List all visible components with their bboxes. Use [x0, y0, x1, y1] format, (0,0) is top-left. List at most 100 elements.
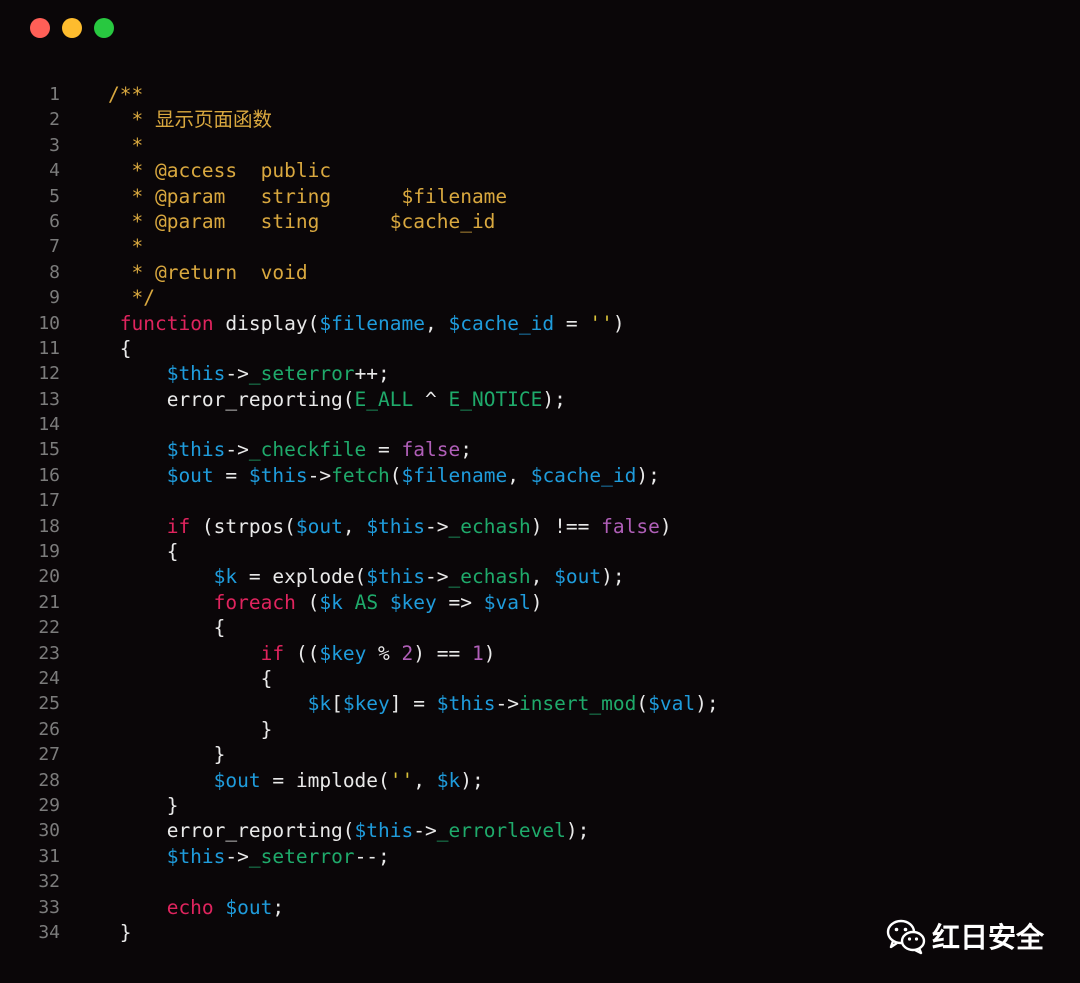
code-line: 6 * @param sting $cache_id	[0, 209, 1080, 234]
code-line: 23 if (($key % 2) == 1)	[0, 641, 1080, 666]
code-text: error_reporting(E_ALL ^ E_NOTICE);	[108, 387, 566, 412]
code-token: $k	[213, 565, 238, 589]
code-token: ,	[425, 311, 449, 335]
code-line: 10 function display($filename, $cache_id…	[0, 311, 1080, 336]
line-number: 22	[38, 617, 60, 639]
code-token: function	[119, 311, 214, 335]
code-token: $out	[166, 463, 214, 487]
code-token: $key	[319, 641, 367, 665]
code-token: (strpos(	[190, 514, 296, 538]
code-token: _echash	[448, 565, 531, 589]
code-token: );	[565, 819, 590, 843]
minimize-button[interactable]	[62, 18, 82, 38]
code-token: = implode(	[260, 768, 390, 792]
code-token: --;	[354, 844, 390, 868]
code-line: 29 }	[0, 793, 1080, 818]
code-line: 27 }	[0, 742, 1080, 767]
line-number: 24	[38, 667, 60, 689]
code-editor: 1/** 2 * 显示页面函数 3 * 4 * @access public 5 * @…	[0, 82, 1080, 945]
code-line: 2 * 显示页面函数	[0, 107, 1080, 132]
code-token: %	[366, 641, 402, 665]
code-token: error_reporting(	[108, 387, 355, 411]
code-token: $k	[307, 692, 332, 716]
code-text: foreach ($k AS $key => $val)	[108, 590, 543, 615]
code-line: 18 if (strpos($out, $this->_echash) !== …	[0, 514, 1080, 539]
code-line: 31 $this->_seterror--;	[0, 844, 1080, 869]
code-token: ((	[284, 641, 320, 665]
code-text: {	[108, 615, 226, 640]
code-token: E_NOTICE	[448, 387, 543, 411]
code-token: {	[108, 336, 132, 360]
line-number: 28	[38, 769, 60, 791]
code-text: * @access public	[108, 158, 331, 183]
code-token: 2	[401, 641, 414, 665]
line-number: 2	[49, 109, 60, 131]
code-line: 30 error_reporting($this->_errorlevel);	[0, 818, 1080, 843]
code-token: $this	[366, 565, 425, 589]
code-token: ;	[460, 438, 472, 462]
code-token: ++;	[354, 362, 390, 386]
code-token: false	[401, 438, 461, 462]
code-token: ->	[225, 438, 249, 462]
code-token: *	[108, 133, 144, 157]
code-token: * @return void	[108, 260, 308, 284]
code-text: if (strpos($out, $this->_echash) !== fal…	[108, 514, 672, 539]
watermark-text: 红日安全	[931, 921, 1044, 954]
code-token: *	[108, 235, 144, 259]
code-token: $this	[166, 362, 226, 386]
code-text: $k[$key] = $this->insert_mod($val);	[108, 691, 719, 716]
code-token: )	[659, 514, 672, 538]
code-token: }	[108, 920, 132, 944]
code-token: $filename	[401, 463, 508, 487]
line-number: 19	[38, 541, 60, 563]
code-token: _errorlevel	[436, 819, 566, 843]
code-text: $out = $this->fetch($filename, $cache_id…	[108, 463, 660, 488]
code-token: $this	[248, 463, 308, 487]
zoom-button[interactable]	[94, 18, 114, 38]
close-button[interactable]	[30, 18, 50, 38]
line-number: 1	[49, 84, 60, 105]
code-token: echo	[166, 895, 214, 919]
line-number: 3	[49, 134, 60, 156]
code-text: * @param sting $cache_id	[108, 209, 495, 234]
code-line: 17	[0, 488, 1080, 513]
wechat-icon	[886, 919, 926, 955]
code-token: $cache_id	[448, 311, 555, 335]
code-token: $out	[295, 514, 343, 538]
code-line: 14	[0, 412, 1080, 437]
code-token: $cache_id	[530, 463, 637, 487]
code-text: $this->_seterror++;	[108, 361, 390, 386]
code-token: $key	[342, 692, 390, 716]
code-line: 21 foreach ($k AS $key => $val)	[0, 590, 1080, 615]
line-number: 14	[38, 414, 60, 436]
line-number: 4	[49, 160, 60, 182]
code-token: );	[542, 387, 566, 411]
code-line: 7 *	[0, 234, 1080, 259]
code-token: display(	[213, 311, 320, 335]
code-line: 3 *	[0, 133, 1080, 158]
code-line: 25 $k[$key] = $this->insert_mod($val);	[0, 691, 1080, 716]
code-token: $this	[166, 438, 226, 462]
code-token: =>	[436, 590, 484, 614]
code-token: $filename	[319, 311, 426, 335]
code-line: 16 $out = $this->fetch($filename, $cache…	[0, 463, 1080, 488]
code-line: 28 $out = implode('', $k);	[0, 768, 1080, 793]
code-token: {	[108, 540, 179, 564]
line-number: 16	[38, 464, 60, 486]
code-token: $this	[366, 514, 426, 538]
watermark: 红日安全	[884, 914, 1044, 958]
code-token: _checkfile	[248, 438, 367, 462]
code-token: ->	[307, 463, 332, 487]
code-text: *	[108, 234, 143, 259]
code-line: 9 */	[0, 285, 1080, 310]
code-line: 13 error_reporting(E_ALL ^ E_NOTICE);	[0, 387, 1080, 412]
code-token: $this	[166, 844, 226, 868]
line-number: 15	[38, 439, 60, 461]
